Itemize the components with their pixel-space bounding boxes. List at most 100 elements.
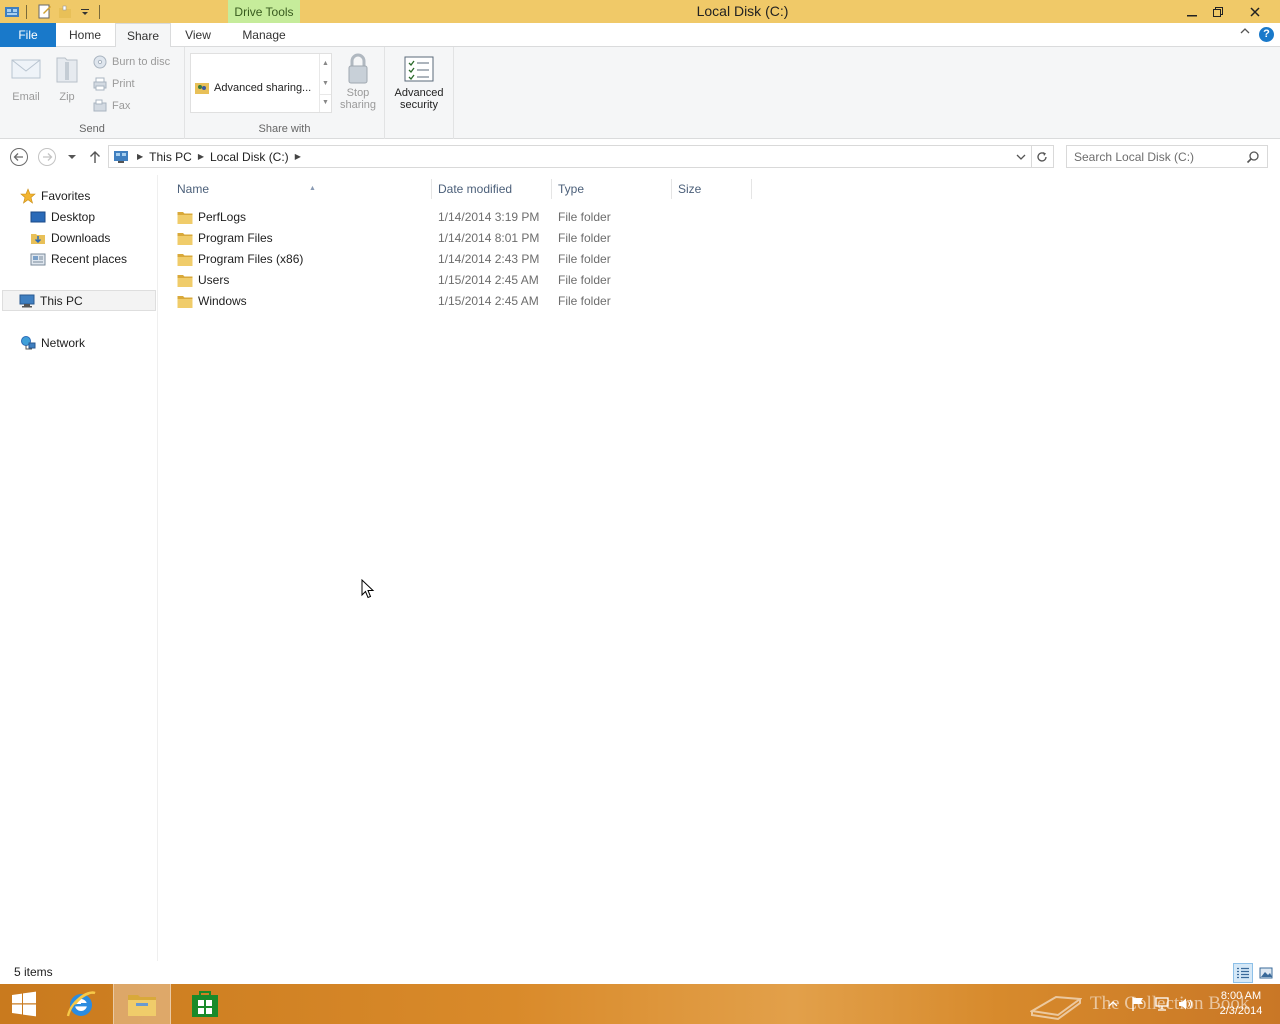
toolbar-divider [99, 4, 100, 19]
minimize-button[interactable] [1179, 0, 1205, 23]
burn-to-disc-button[interactable]: Burn to disc [92, 52, 170, 72]
show-hidden-icons-button[interactable] [1104, 984, 1122, 1024]
security-checklist-icon [403, 53, 435, 85]
tab-share[interactable]: Share [115, 23, 171, 48]
column-header-type[interactable]: Type [552, 179, 672, 199]
stop-sharing-button[interactable]: Stop sharing [337, 51, 379, 111]
clock-time: 8:00 AM [1220, 990, 1262, 1002]
tab-file[interactable]: File [0, 23, 56, 47]
fax-button[interactable]: Fax [92, 96, 130, 116]
recent-locations-button[interactable] [62, 147, 82, 167]
taskbar-internet-explorer[interactable] [52, 984, 110, 1024]
nav-downloads[interactable]: Downloads [30, 227, 110, 248]
refresh-button[interactable] [1031, 146, 1051, 167]
large-icons-view-button[interactable] [1256, 963, 1276, 983]
nav-desktop-label: Desktop [51, 209, 96, 224]
gallery-scrollbar[interactable]: ▲ ▼ ▼ [319, 54, 331, 112]
close-icon [1250, 6, 1260, 17]
computer-icon [19, 293, 35, 309]
table-row[interactable]: Windows 1/15/2014 2:45 AM File folder [173, 291, 773, 312]
back-arrow-icon [10, 148, 28, 166]
store-icon [192, 991, 218, 1017]
chevron-up-icon [1240, 28, 1250, 34]
nav-favorites[interactable]: Favorites [20, 185, 90, 206]
nav-recent-places[interactable]: Recent places [30, 248, 127, 269]
tab-view[interactable]: View [176, 23, 220, 47]
nav-this-pc[interactable]: This PC [2, 290, 156, 311]
email-icon [10, 53, 42, 85]
breadcrumb-local-disk[interactable]: Local Disk (C:) [210, 150, 289, 164]
help-button[interactable]: ? [1259, 27, 1274, 42]
details-view-button[interactable] [1233, 963, 1253, 983]
back-button[interactable] [9, 147, 29, 167]
customize-toolbar-icon[interactable] [77, 4, 93, 20]
close-button[interactable] [1242, 0, 1268, 23]
up-button[interactable] [85, 147, 105, 167]
breadcrumb-separator-icon[interactable]: ▶ [295, 152, 301, 161]
nav-network[interactable]: Network [20, 332, 85, 353]
tab-manage[interactable]: Manage [230, 23, 298, 47]
file-type: File folder [558, 294, 611, 308]
share-with-gallery[interactable]: Advanced sharing... ▲ ▼ ▼ [190, 53, 332, 113]
title-bar: Drive Tools Local Disk (C:) [0, 0, 1280, 23]
navigation-pane: Favorites Desktop Downloads Recent place… [0, 175, 158, 961]
recent-places-icon [30, 251, 46, 267]
breadcrumb-this-pc[interactable]: This PC [149, 150, 192, 164]
column-header-size[interactable]: Size [672, 179, 752, 199]
scroll-down-icon: ▼ [322, 80, 329, 87]
print-label: Print [112, 78, 135, 90]
send-group: Email Zip Burn to disc Print Fax Send [0, 47, 185, 139]
zip-icon [51, 53, 83, 85]
chevron-down-icon [68, 155, 76, 159]
advanced-security-label-1: Advanced [394, 87, 444, 99]
quick-access-toolbar [0, 0, 106, 23]
action-center-button[interactable] [1128, 984, 1148, 1024]
restore-button[interactable] [1205, 0, 1231, 23]
taskbar-clock[interactable]: 8:00 AM 2/3/2014 [1208, 989, 1274, 1019]
security-group: Advanced security [385, 47, 454, 139]
minimize-icon [1187, 14, 1197, 16]
address-history-button[interactable] [1011, 146, 1031, 167]
file-date: 1/14/2014 8:01 PM [438, 231, 540, 245]
advanced-security-button[interactable]: Advanced security [391, 51, 447, 111]
search-input[interactable] [1066, 145, 1268, 168]
network-tray-icon [1155, 997, 1169, 1011]
breadcrumb-separator-icon[interactable]: ▶ [198, 152, 204, 161]
volume-button[interactable] [1176, 984, 1196, 1024]
advanced-sharing-button[interactable]: Advanced sharing... [194, 80, 311, 96]
forward-button[interactable] [37, 147, 57, 167]
chevron-up-icon [1108, 1001, 1118, 1007]
email-label: Email [12, 91, 40, 103]
network-tray-button[interactable] [1152, 984, 1172, 1024]
table-row[interactable]: PerfLogs 1/14/2014 3:19 PM File folder [173, 207, 773, 228]
table-row[interactable]: Program Files 1/14/2014 8:01 PM File fol… [173, 228, 773, 249]
taskbar-file-explorer[interactable] [113, 984, 171, 1024]
table-row[interactable]: Users 1/15/2014 2:45 AM File folder [173, 270, 773, 291]
start-button[interactable] [0, 984, 48, 1024]
explorer-app-icon[interactable] [4, 4, 20, 20]
column-header-name[interactable]: Name ▲ [171, 179, 432, 199]
table-row[interactable]: Program Files (x86) 1/14/2014 2:43 PM Fi… [173, 249, 773, 270]
taskbar-store[interactable] [176, 984, 234, 1024]
tab-home[interactable]: Home [60, 23, 110, 47]
email-button[interactable]: Email [8, 51, 44, 103]
chevron-down-icon [1016, 154, 1026, 160]
scroll-up-icon: ▲ [322, 60, 329, 67]
nav-desktop[interactable]: Desktop [30, 206, 95, 227]
breadcrumb-separator-icon[interactable]: ▶ [137, 152, 143, 161]
details-view-icon [1237, 967, 1249, 979]
column-header-date[interactable]: Date modified [432, 179, 552, 199]
new-folder-icon[interactable] [57, 4, 73, 20]
book-icon [1030, 995, 1082, 1021]
search-icon[interactable] [1246, 150, 1260, 164]
zip-label: Zip [59, 91, 75, 103]
large-icons-view-icon [1259, 967, 1273, 979]
properties-icon[interactable] [37, 4, 53, 20]
zip-button[interactable]: Zip [50, 51, 84, 103]
minimize-ribbon-button[interactable] [1240, 26, 1250, 39]
address-bar[interactable]: ▶ This PC ▶ Local Disk (C:) ▶ [108, 145, 1054, 168]
this-pc-location-icon [113, 149, 131, 165]
print-button[interactable]: Print [92, 74, 135, 94]
windows-logo-icon [12, 991, 36, 1017]
advanced-sharing-label: Advanced sharing... [214, 82, 312, 94]
